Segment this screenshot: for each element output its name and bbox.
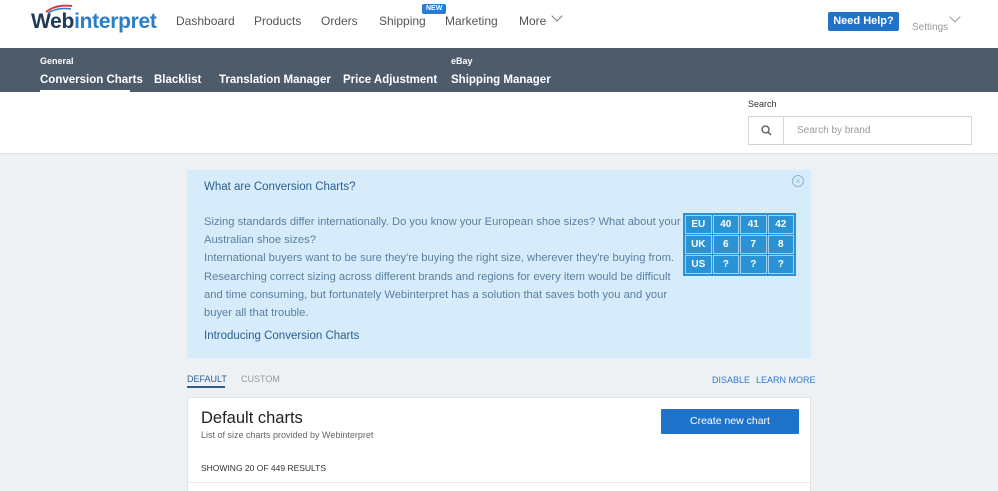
nav-dashboard[interactable]: Dashboard — [176, 14, 235, 28]
chevron-down-icon[interactable] — [551, 10, 563, 22]
tab-custom[interactable]: CUSTOM — [241, 374, 280, 384]
nav-shipping[interactable]: Shipping — [379, 14, 426, 28]
search-icon-button[interactable] — [749, 117, 784, 144]
size-cell: US — [685, 255, 712, 274]
subnav-price-adjustment[interactable]: Price Adjustment — [343, 74, 437, 86]
size-cell: 7 — [740, 235, 767, 254]
nav-products[interactable]: Products — [254, 14, 301, 28]
info-title: What are Conversion Charts? — [204, 181, 356, 193]
size-cell: EU — [685, 215, 712, 234]
nav-orders[interactable]: Orders — [321, 14, 358, 28]
subnav-shipping-manager[interactable]: Shipping Manager — [451, 74, 551, 86]
search-icon — [761, 125, 772, 136]
size-cell: 42 — [767, 215, 794, 234]
results-count: SHOWING 20 OF 449 RESULTS — [201, 463, 327, 473]
card-subtitle: List of size charts provided by Webinter… — [201, 430, 374, 440]
size-cell: 8 — [767, 235, 794, 254]
new-badge: NEW — [422, 4, 447, 14]
size-cell: ? — [712, 255, 740, 274]
divider — [188, 482, 810, 483]
size-row-uk: UK 6 7 8 — [685, 235, 794, 254]
category-ebay: eBay — [451, 56, 473, 66]
size-comparison-table: EU 40 41 42 UK 6 7 8 US ? ? ? — [683, 213, 796, 276]
introducing-conversion-charts-link[interactable]: Introducing Conversion Charts — [204, 330, 359, 342]
need-help-button[interactable]: Need Help? — [828, 12, 899, 31]
disable-link[interactable]: DISABLE — [712, 375, 750, 385]
info-description: Sizing standards differ internationally.… — [204, 216, 681, 320]
card-title: Default charts — [201, 409, 303, 427]
size-cell: 6 — [712, 235, 740, 254]
size-cell: UK — [685, 235, 712, 254]
top-navigation-bar: Webinterpret Dashboard Products Orders N… — [0, 0, 998, 48]
learn-more-link[interactable]: LEARN MORE — [756, 375, 816, 385]
size-row-us: US ? ? ? — [685, 255, 794, 274]
close-icon[interactable]: × — [792, 175, 804, 187]
secondary-navigation: General eBay Conversion Charts Blacklist… — [0, 48, 998, 92]
search-label: Search — [748, 99, 777, 109]
subnav-translation-manager[interactable]: Translation Manager — [219, 74, 331, 86]
tab-default[interactable]: DEFAULT — [187, 374, 227, 384]
default-charts-card: Default charts List of size charts provi… — [187, 397, 811, 491]
settings-menu[interactable]: Settings — [912, 22, 948, 33]
size-cell: ? — [767, 255, 794, 274]
subnav-conversion-charts[interactable]: Conversion Charts — [40, 74, 143, 86]
nav-more[interactable]: More — [519, 14, 546, 28]
create-new-chart-button[interactable]: Create new chart — [661, 409, 799, 434]
settings-chevron-down-icon[interactable] — [949, 11, 961, 23]
size-cell: ? — [740, 255, 767, 274]
webinterpret-logo[interactable]: Webinterpret — [31, 10, 157, 34]
size-row-eu: EU 40 41 42 — [685, 215, 794, 234]
size-cell: 40 — [712, 215, 740, 234]
subnav-blacklist[interactable]: Blacklist — [154, 74, 201, 86]
search-input[interactable] — [786, 117, 970, 144]
active-tab-underline — [187, 386, 225, 388]
nav-marketing[interactable]: Marketing — [445, 14, 498, 28]
size-cell: 41 — [740, 215, 767, 234]
search-bar-area: Search — [0, 92, 998, 154]
conversion-charts-info-panel: What are Conversion Charts? × Sizing sta… — [187, 170, 811, 358]
search-box — [748, 116, 972, 145]
category-general: General — [40, 56, 74, 66]
